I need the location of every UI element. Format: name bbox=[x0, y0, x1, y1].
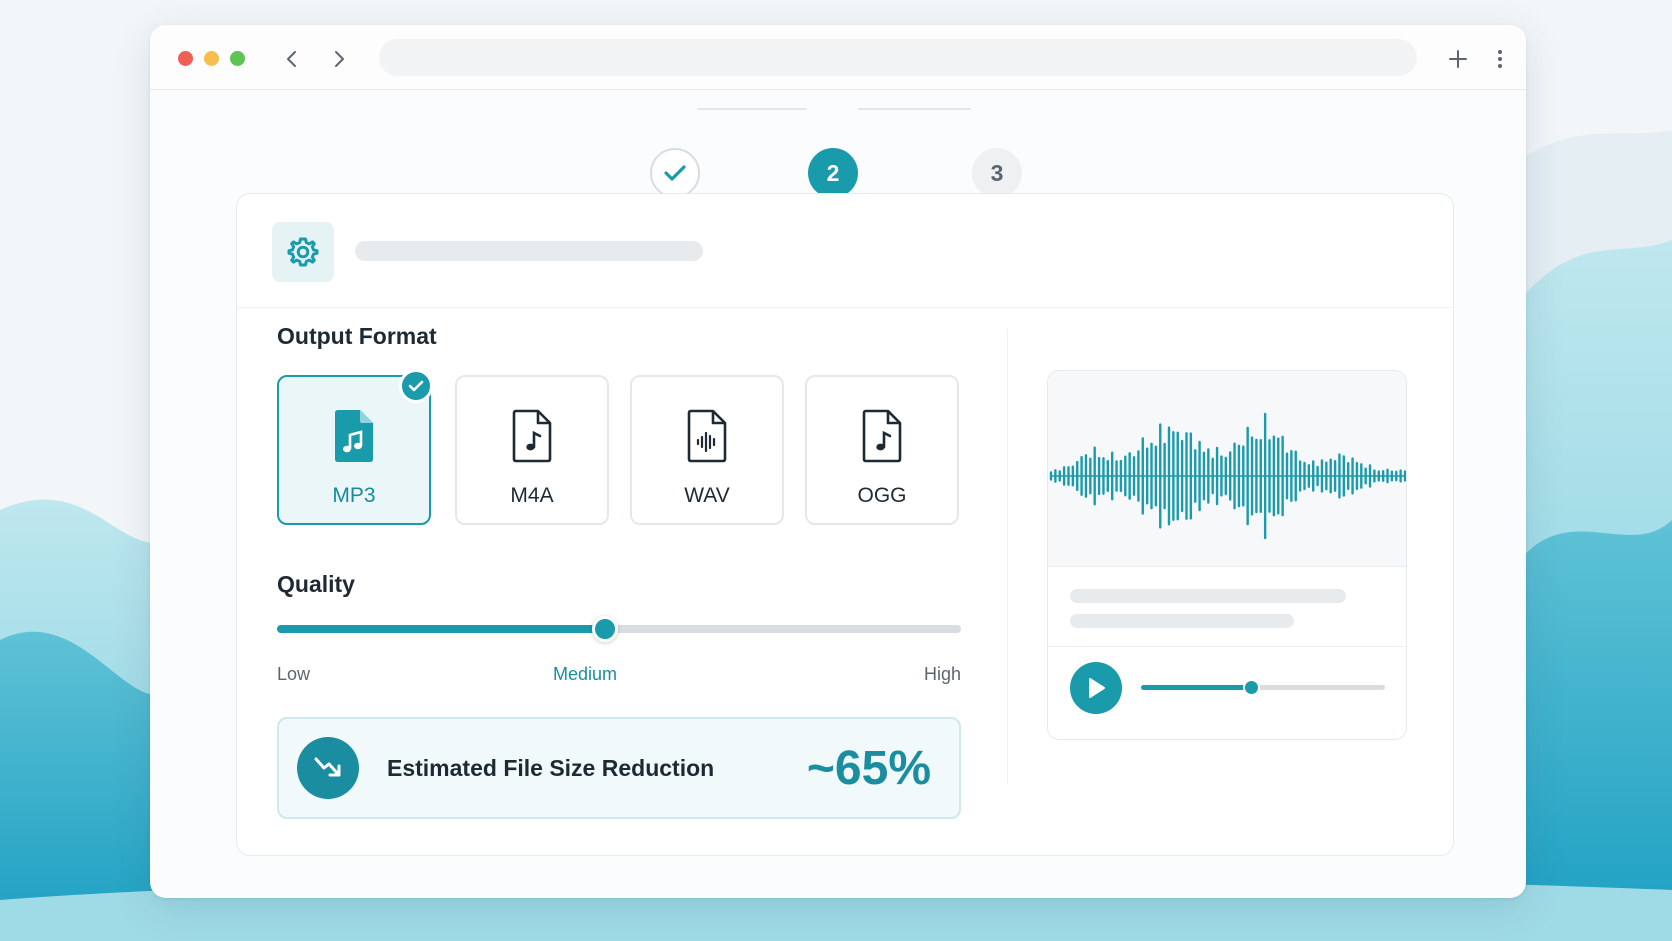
quality-slider-fill bbox=[277, 625, 606, 633]
step-2-active[interactable]: 2 bbox=[808, 148, 858, 198]
estimate-value: ~65% bbox=[806, 742, 931, 795]
quality-slider[interactable] bbox=[277, 616, 961, 642]
play-icon bbox=[1089, 678, 1105, 698]
playback-scrubber[interactable] bbox=[1242, 679, 1260, 696]
quality-high-label: High bbox=[923, 664, 961, 684]
estimate-icon-circle bbox=[297, 737, 359, 799]
preview-divider bbox=[1048, 646, 1406, 647]
estimate-panel: Estimated File Size Reduction ~65% bbox=[277, 717, 961, 819]
plus-icon bbox=[1449, 50, 1467, 68]
format-label: M4A bbox=[510, 484, 554, 507]
quality-medium-label: Medium bbox=[552, 664, 618, 684]
chevron-left-icon bbox=[287, 51, 296, 67]
browser-menu-button[interactable] bbox=[1486, 45, 1514, 73]
gear-icon bbox=[287, 237, 319, 267]
quality-low-label: Low bbox=[277, 664, 311, 684]
waveform-area bbox=[1048, 371, 1406, 567]
format-label: MP3 bbox=[332, 484, 376, 507]
format-option-m4a[interactable]: M4A bbox=[455, 375, 609, 525]
music-file-icon bbox=[862, 409, 902, 463]
output-format-label: Output Format bbox=[277, 323, 437, 349]
kebab-menu-icon bbox=[1498, 50, 1502, 68]
playback-progress-bar[interactable] bbox=[1141, 679, 1385, 696]
waveform-file-icon bbox=[687, 409, 727, 463]
browser-window: 2 3 Output Format MP3 M4A WAV OGG Qualit… bbox=[150, 25, 1526, 898]
waveform-graphic bbox=[1049, 412, 1406, 540]
format-label: OGG bbox=[857, 484, 907, 507]
address-bar[interactable] bbox=[379, 39, 1417, 76]
track-title-placeholder bbox=[1070, 589, 1346, 603]
new-tab-button[interactable] bbox=[1444, 45, 1472, 73]
column-divider bbox=[1007, 329, 1008, 784]
card-header bbox=[237, 194, 1453, 308]
trend-down-icon bbox=[314, 757, 341, 777]
close-window-dot[interactable] bbox=[178, 51, 193, 66]
forward-button[interactable] bbox=[325, 45, 353, 73]
chevron-right-icon bbox=[335, 51, 344, 67]
selected-badge bbox=[399, 369, 433, 403]
step-connector bbox=[697, 108, 807, 110]
check-icon bbox=[664, 165, 686, 181]
format-option-mp3[interactable]: MP3 bbox=[277, 369, 433, 525]
format-option-ogg[interactable]: OGG bbox=[805, 375, 959, 525]
track-subtitle-placeholder bbox=[1070, 614, 1294, 628]
quality-label: Quality bbox=[277, 571, 355, 597]
play-button[interactable] bbox=[1070, 662, 1122, 714]
music-file-icon bbox=[335, 410, 373, 462]
minimize-window-dot[interactable] bbox=[204, 51, 219, 66]
maximize-window-dot[interactable] bbox=[230, 51, 245, 66]
browser-titlebar bbox=[150, 25, 1526, 90]
check-icon bbox=[408, 380, 424, 392]
estimate-label: Estimated File Size Reduction bbox=[387, 755, 715, 781]
settings-card: Output Format MP3 M4A WAV OGG Quality Lo… bbox=[236, 193, 1454, 856]
settings-icon-box bbox=[272, 222, 334, 282]
step-1-completed[interactable] bbox=[650, 148, 700, 198]
playback-progress-fill bbox=[1141, 685, 1251, 690]
back-button[interactable] bbox=[278, 45, 306, 73]
format-option-wav[interactable]: WAV bbox=[630, 375, 784, 525]
music-file-icon bbox=[512, 409, 552, 463]
step-connector bbox=[858, 108, 971, 110]
title-placeholder bbox=[355, 241, 703, 261]
format-label: WAV bbox=[684, 484, 730, 507]
audio-preview-panel bbox=[1047, 370, 1407, 740]
step-3-upcoming[interactable]: 3 bbox=[972, 148, 1022, 198]
quality-slider-thumb[interactable] bbox=[592, 616, 619, 642]
